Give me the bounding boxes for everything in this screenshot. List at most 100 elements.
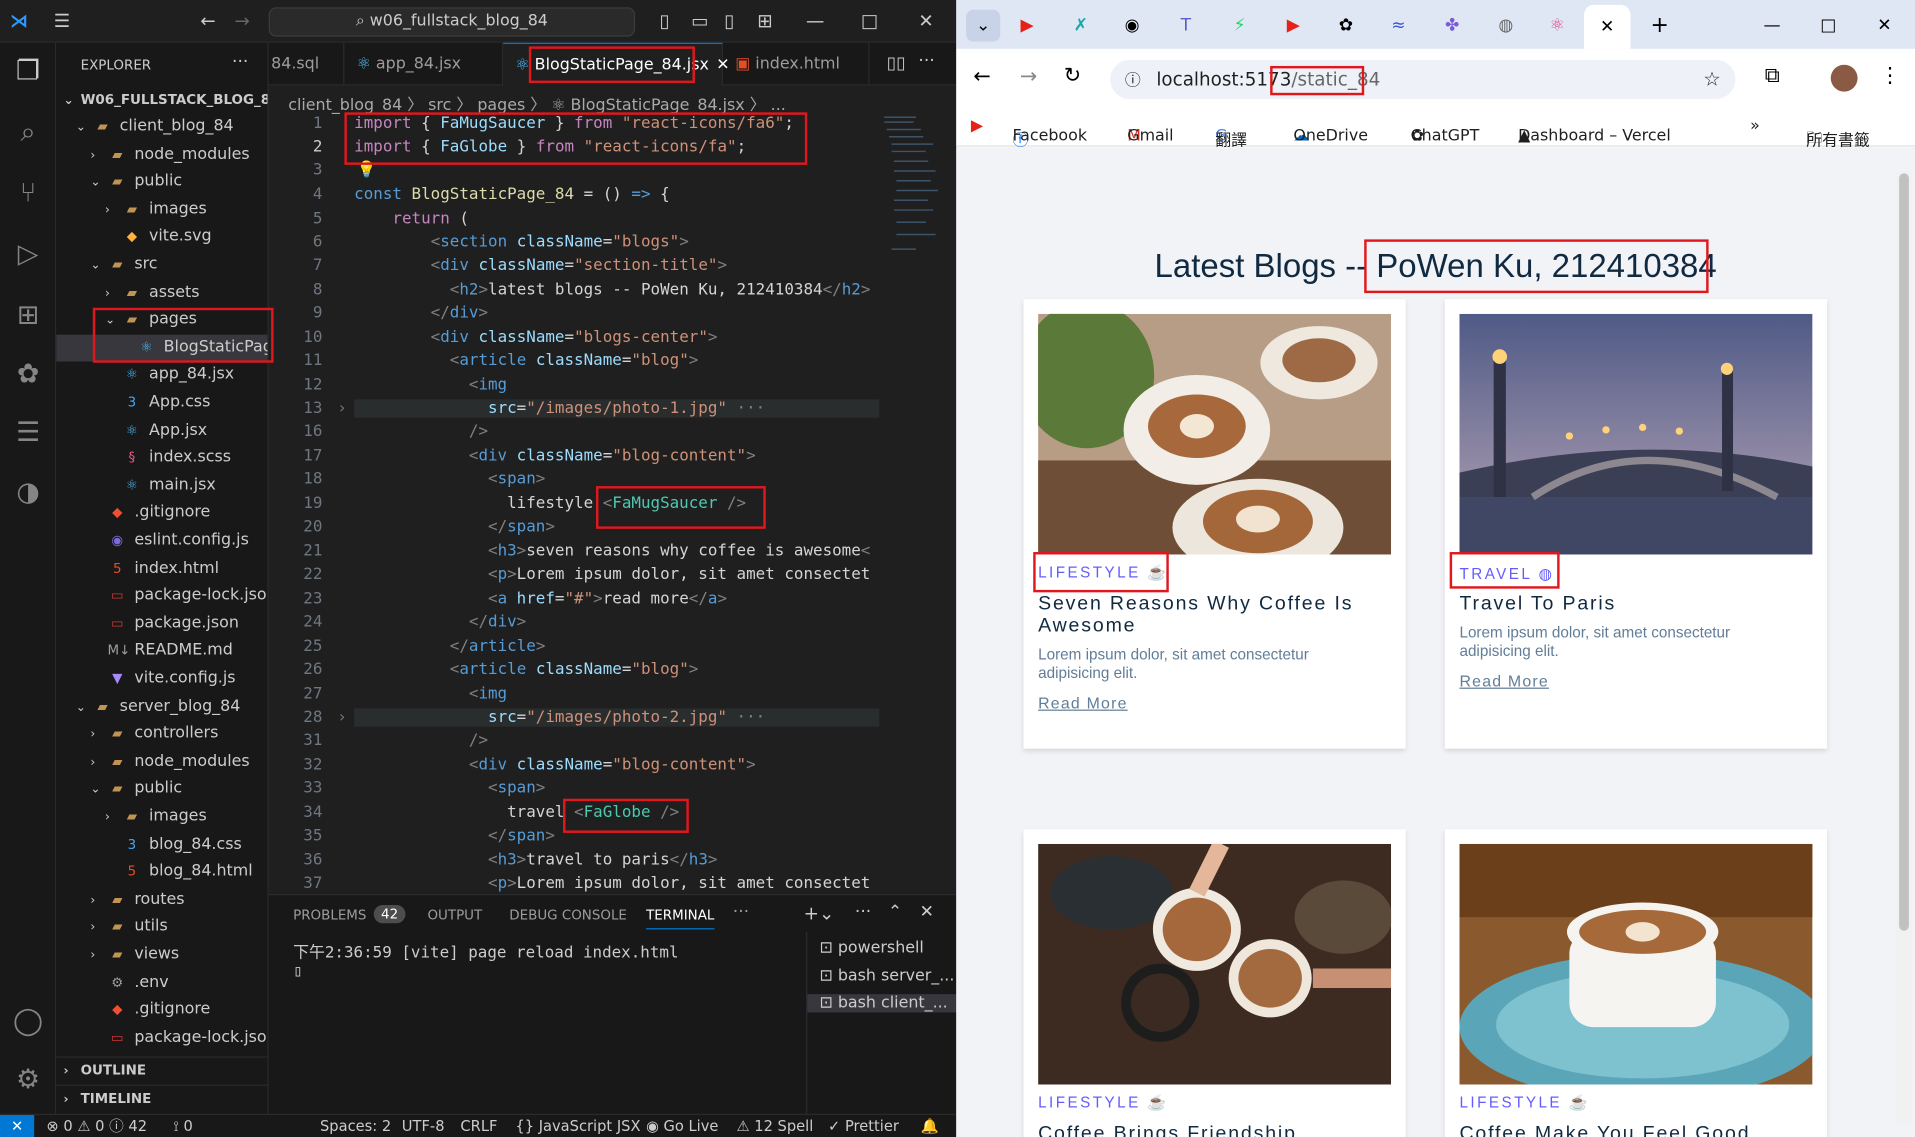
tree-file[interactable]: ⚛ main.jsx	[56, 472, 267, 499]
maximize-icon[interactable]: □	[1811, 10, 1845, 42]
forward-arrow-icon[interactable]: →	[234, 10, 249, 32]
teams-tab-icon[interactable]: T	[1169, 10, 1203, 42]
tab-output[interactable]: OUTPUT	[427, 907, 482, 923]
list-icon[interactable]: ☰	[11, 416, 45, 450]
indentation-status[interactable]: Spaces: 2	[320, 1115, 391, 1137]
tab-sql[interactable]: 84.sql	[269, 42, 345, 86]
forward-icon[interactable]: →	[1020, 65, 1037, 89]
tree-folder[interactable]: › ▰ controllers	[56, 721, 267, 748]
terminal-bash-client[interactable]: ⊡ bash client_...	[807, 994, 958, 1013]
toggle-sidebar-icon[interactable]: ▯	[660, 10, 670, 32]
tree-file[interactable]: ▼ vite.config.js	[56, 666, 267, 693]
ports-status[interactable]: ⟟ 0	[173, 1115, 192, 1137]
lightbulb-icon[interactable]: 💡	[357, 161, 377, 179]
tab-problems[interactable]: PROBLEMS	[293, 907, 366, 923]
encoding-status[interactable]: UTF-8	[402, 1115, 445, 1137]
run-debug-icon[interactable]: ▷	[11, 238, 45, 272]
workspace-root[interactable]: ⌄ W06_FULLSTACK_BLOG_84	[56, 87, 268, 114]
notifications-icon[interactable]: 🔔	[921, 1115, 939, 1137]
scrollbar-thumb[interactable]	[1899, 173, 1909, 931]
app-tab-icon[interactable]: ✗	[1064, 10, 1098, 42]
new-tab-icon[interactable]: +	[1643, 10, 1677, 42]
app-tab-icon[interactable]: ≈	[1381, 10, 1415, 42]
eol-status[interactable]: CRLF	[460, 1115, 497, 1137]
maximize-panel-icon[interactable]: ⌃	[888, 903, 902, 923]
split-editor-icon[interactable]: ▯▯	[887, 54, 906, 74]
outline-section[interactable]: › OUTLINE	[56, 1056, 268, 1083]
tree-folder[interactable]: › ▰ node_modules	[56, 141, 267, 168]
toggle-secondary-sidebar-icon[interactable]: ▯	[724, 10, 734, 32]
tab-blogstaticpage[interactable]: ⚛ BlogStaticPage_84.jsx ✕	[503, 42, 730, 86]
url-input[interactable]: ⓘ localhost:5173/static_84 ☆	[1110, 59, 1736, 99]
tree-file[interactable]: M↓ README.md	[56, 638, 267, 665]
tree-folder[interactable]: ⌄ ▰ src	[56, 252, 267, 279]
tree-folder[interactable]: ⌄ ▰ server_blog_84	[56, 693, 267, 720]
site-info-icon[interactable]: ⓘ	[1125, 72, 1141, 90]
read-more-link[interactable]: Read More	[1038, 694, 1128, 712]
minimize-icon[interactable]: —	[1755, 10, 1789, 42]
youtube-tab-icon[interactable]: ▶	[1276, 10, 1310, 42]
problems-status[interactable]: ⊗ 0 ⚠ 0 ⓘ 42	[46, 1115, 147, 1137]
account-icon[interactable]: ◯	[11, 1005, 45, 1039]
read-more-link[interactable]: Read More	[1459, 672, 1549, 690]
toggle-panel-icon[interactable]: ▭	[691, 10, 708, 32]
language-status[interactable]: {} JavaScript JSX	[515, 1115, 640, 1137]
minimap[interactable]	[879, 112, 943, 271]
terminal-output[interactable]: 下午2:36:59 [vite] page reload index.html …	[293, 939, 678, 981]
explorer-icon[interactable]: ❐	[11, 55, 45, 89]
fold-chevron-icon[interactable]: ›	[332, 399, 347, 417]
tab-index-html[interactable]: ▣ index.html	[723, 42, 870, 86]
breadcrumb[interactable]: client_blog_84 〉 src 〉 pages 〉 ⚛ BlogSta…	[288, 92, 786, 114]
remote-icon[interactable]: ◑	[11, 476, 45, 510]
globe-tab-icon[interactable]: ◍	[1489, 10, 1523, 42]
chatgpt-tab-icon[interactable]: ✿	[1329, 10, 1363, 42]
panel-more-icon[interactable]: ···	[733, 903, 749, 923]
tab-terminal[interactable]: TERMINAL	[646, 907, 715, 930]
github-tab-icon[interactable]: ◉	[1115, 10, 1149, 42]
page-scrollbar[interactable]	[1896, 170, 1912, 1124]
tree-file[interactable]: 3 App.css	[56, 390, 267, 417]
spell-status[interactable]: ⚠ 12 Spell	[736, 1115, 813, 1137]
tree-file[interactable]: ⚛ BlogStaticPag...	[56, 334, 268, 362]
youtube-tab-icon[interactable]: ▶	[1010, 10, 1044, 42]
tree-file[interactable]: ◆ .gitignore	[56, 500, 267, 527]
active-tab[interactable]: ✕	[1584, 4, 1631, 49]
go-live-button[interactable]: ◉ Go Live	[646, 1115, 718, 1137]
customize-layout-icon[interactable]: ⊞	[757, 10, 772, 32]
close-window-icon[interactable]: ✕	[1867, 10, 1901, 42]
tree-folder[interactable]: › ▰ utils	[56, 914, 267, 941]
tree-file[interactable]: ▭ package.json	[56, 610, 267, 637]
maximize-icon[interactable]: □	[861, 10, 878, 32]
extensions-icon[interactable]: ⧉	[1765, 64, 1780, 88]
tree-file[interactable]: ◆ vite.svg	[56, 224, 267, 251]
copilot-tab-icon[interactable]: ✤	[1435, 10, 1469, 42]
profile-avatar[interactable]	[1830, 64, 1858, 92]
extensions-icon[interactable]: ⊞	[11, 299, 45, 333]
tree-file[interactable]: ▭ package-lock.json	[56, 1024, 268, 1051]
tree-file[interactable]: 3 blog_84.css	[56, 831, 267, 858]
tree-file[interactable]: 5 blog_84.html	[56, 859, 267, 886]
timeline-section[interactable]: › TIMELINE	[56, 1084, 268, 1112]
back-arrow-icon[interactable]: ←	[200, 10, 215, 32]
more-actions-icon[interactable]: ···	[232, 53, 248, 73]
tree-folder[interactable]: › ▰ node_modules	[56, 748, 267, 775]
fold-chevron-icon[interactable]: ›	[332, 708, 347, 726]
tree-folder[interactable]: › ▰ images	[56, 196, 267, 223]
code-editor[interactable]: 1 2 3 4 5 6 7 8 9 10 11 12 13 › 16 17 18 19 20 21 22 23 24 25 26…	[269, 112, 880, 894]
remote-indicator-icon[interactable]: ✕	[0, 1115, 35, 1137]
tree-file[interactable]: ▭ package-lock.json	[56, 583, 268, 610]
tree-folder[interactable]: › ▰ routes	[56, 886, 267, 913]
command-center-search[interactable]: ⌕ w06_fullstack_blog_84	[268, 7, 636, 37]
tree-file[interactable]: § index.scss	[56, 445, 267, 472]
tree-folder[interactable]: ⌄ ▰ client_blog_84	[56, 114, 267, 141]
tree-file[interactable]: ⚙ .env	[56, 969, 267, 996]
tree-folder[interactable]: ⌄ ▰ public	[56, 776, 267, 803]
minimize-icon[interactable]: —	[806, 10, 824, 32]
tree-folder[interactable]: ⌄ ▰ public	[56, 169, 267, 196]
terminal-more-icon[interactable]: ···	[855, 903, 871, 923]
close-icon[interactable]: ✕	[918, 10, 933, 32]
close-panel-icon[interactable]: ✕	[920, 903, 934, 923]
tree-file[interactable]: ⚛ app_84.jsx	[56, 362, 267, 389]
bolt-tab-icon[interactable]: ⚡	[1223, 10, 1257, 42]
tab-debug-console[interactable]: DEBUG CONSOLE	[509, 907, 627, 923]
